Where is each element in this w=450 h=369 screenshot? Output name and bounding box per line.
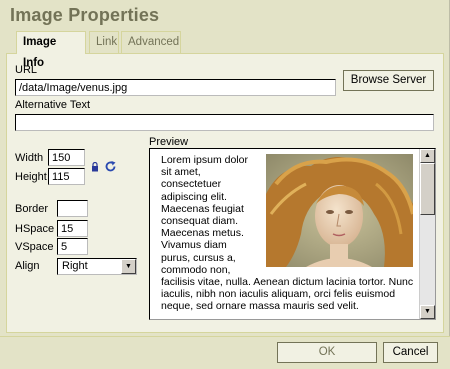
reset-size-icon[interactable] — [104, 160, 117, 173]
tab-image-info[interactable]: Image Info — [16, 31, 86, 69]
tab-link[interactable]: Link — [89, 31, 119, 53]
ok-button[interactable]: OK — [277, 342, 377, 363]
align-selected-value: Right — [62, 260, 88, 272]
url-input[interactable]: /data/Image/venus.jpg — [15, 79, 336, 96]
hspace-label: HSpace — [15, 223, 55, 235]
align-label: Align — [15, 260, 40, 272]
image-properties-dialog: Image Properties Image Info Link Advance… — [0, 0, 450, 369]
browse-server-button[interactable]: Browse Server — [343, 70, 434, 91]
alt-text-label: Alternative Text — [15, 99, 91, 111]
width-label: Width — [15, 152, 44, 164]
preview-area: Lorem ipsum dolor sit amet, consectetuer… — [149, 148, 436, 320]
scrollbar-thumb[interactable] — [420, 163, 435, 215]
preview-venus-image — [266, 154, 413, 267]
width-input[interactable]: 150 — [48, 149, 85, 166]
align-select[interactable]: Right ▼ — [57, 258, 137, 275]
preview-scrollbar[interactable]: ▲ ▼ — [419, 149, 435, 319]
height-label: Height — [15, 171, 47, 183]
scroll-down-icon[interactable]: ▼ — [420, 305, 435, 319]
vspace-input[interactable]: 5 — [57, 238, 88, 255]
border-label: Border — [15, 203, 49, 215]
tab-advanced[interactable]: Advanced — [121, 31, 181, 53]
lock-icon[interactable] — [91, 162, 99, 172]
scroll-up-icon[interactable]: ▲ — [420, 149, 435, 163]
dialog-title: Image Properties — [10, 5, 160, 25]
preview-label: Preview — [149, 136, 189, 148]
chevron-down-icon[interactable]: ▼ — [121, 259, 136, 274]
vspace-label: VSpace — [15, 241, 54, 253]
hspace-input[interactable]: 15 — [57, 220, 88, 237]
border-input[interactable] — [57, 200, 88, 217]
cancel-button[interactable]: Cancel — [383, 342, 438, 363]
alt-text-input[interactable] — [15, 114, 434, 131]
height-input[interactable]: 115 — [48, 168, 85, 185]
preview-content: Lorem ipsum dolor sit amet, consectetuer… — [161, 154, 423, 313]
